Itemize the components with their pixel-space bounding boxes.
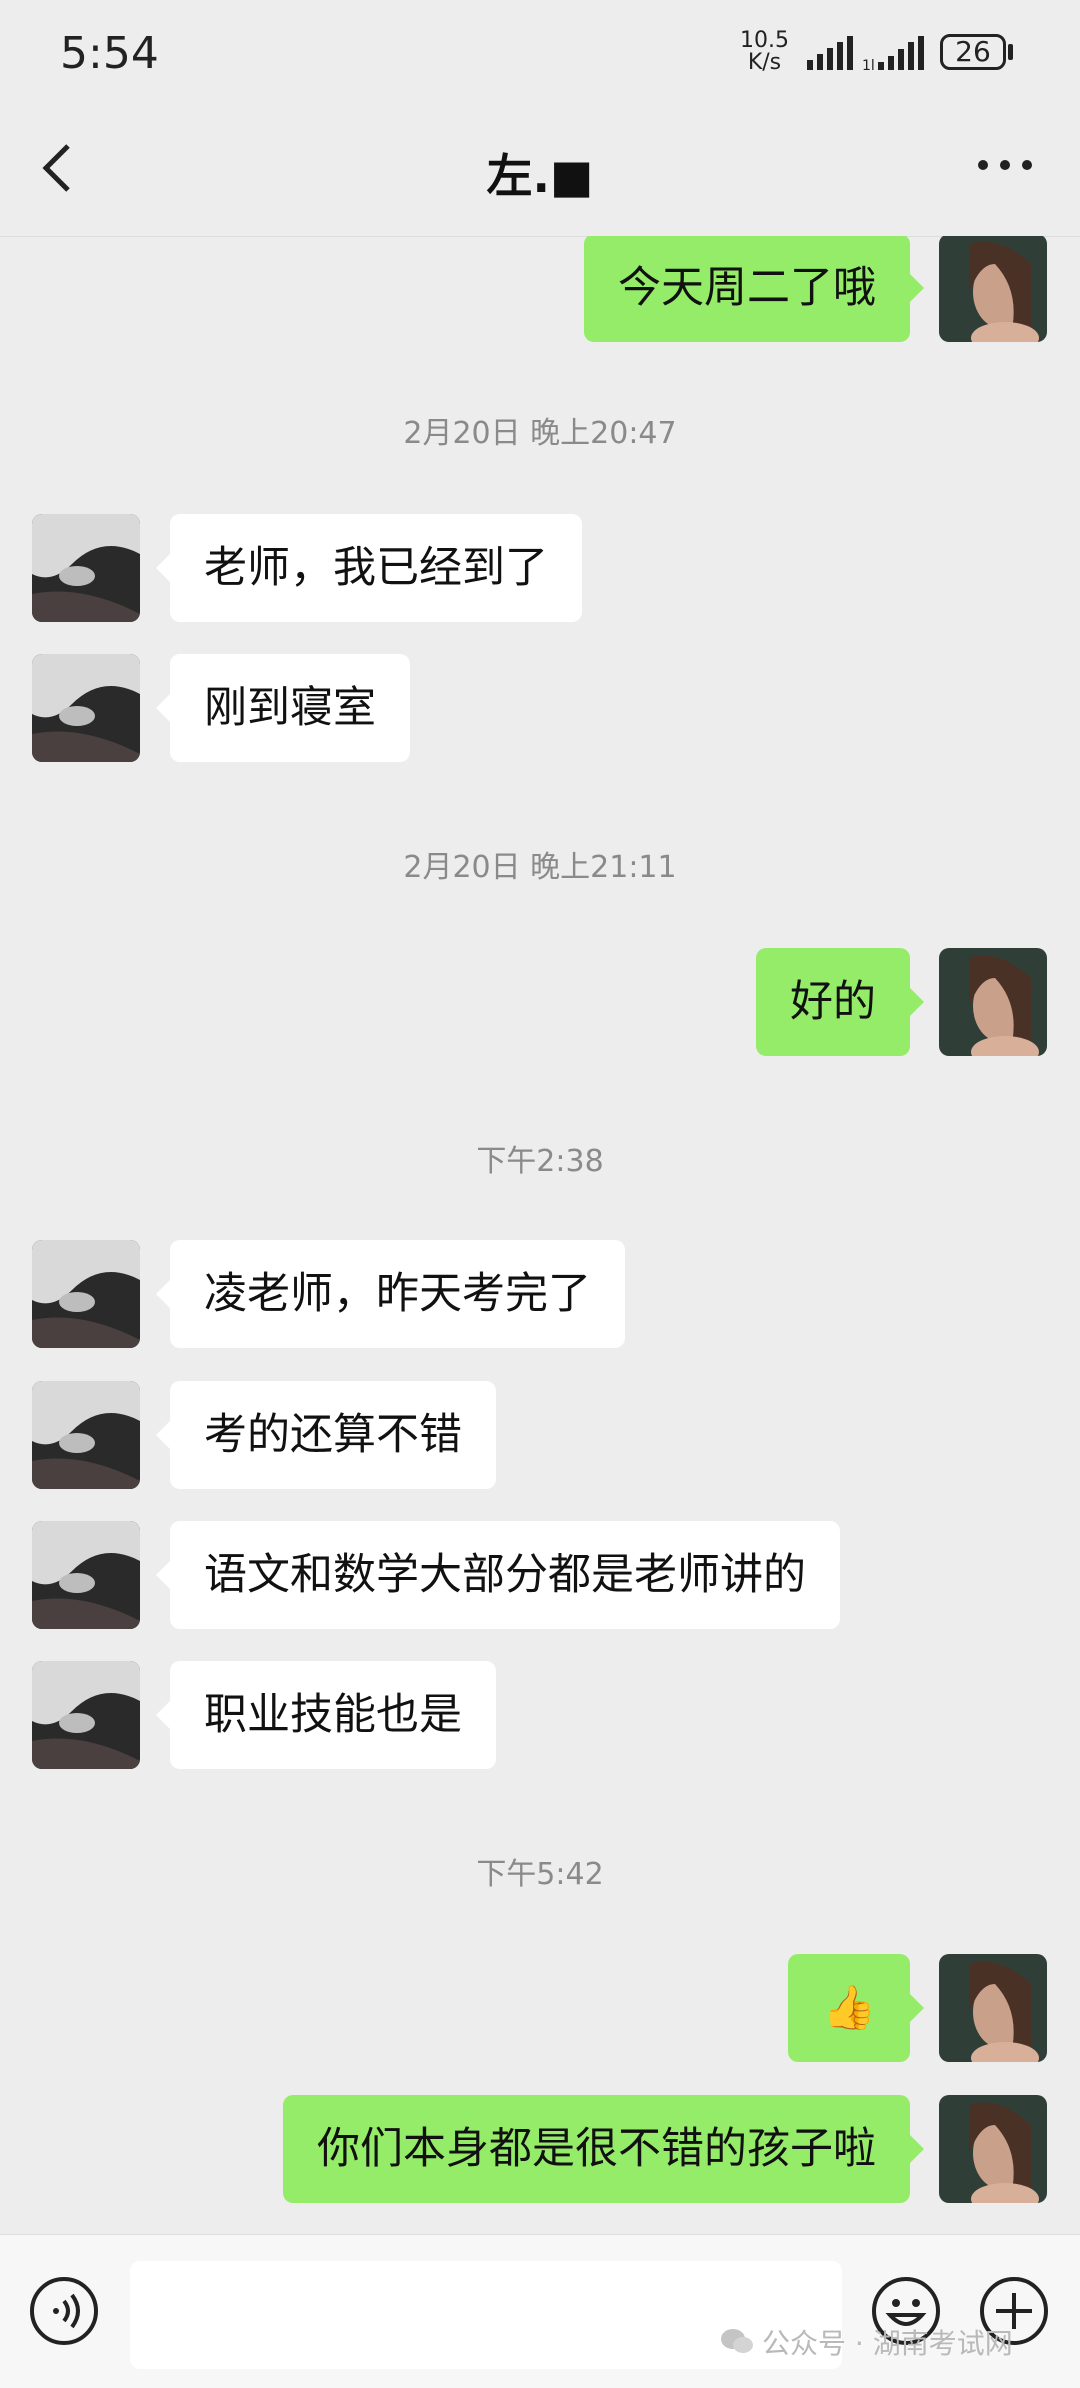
timestamp: 2月20日 晚上20:47 — [403, 416, 677, 451]
status-time: 5:54 — [60, 28, 159, 79]
avatar-contact[interactable] — [32, 1381, 140, 1489]
message-row: 👍 — [0, 1954, 1080, 2062]
message-row: 考的还算不错 — [0, 1381, 1080, 1489]
signal-icon-2: 1l — [862, 36, 924, 72]
message-bubble-incoming[interactable]: 老师，我已经到了 — [156, 514, 582, 622]
message-row: 凌老师，昨天考完了 — [0, 1240, 1080, 1348]
avatar-contact[interactable] — [32, 1240, 140, 1348]
battery-cap — [1008, 44, 1013, 60]
message-bubble-incoming[interactable]: 刚到寝室 — [156, 654, 410, 762]
more-dots-icon[interactable] — [975, 150, 1035, 180]
avatar-contact[interactable] — [32, 1521, 140, 1629]
message-bubble-outgoing[interactable]: 你们本身都是很不错的孩子啦 — [283, 2095, 924, 2203]
network-speed-unit: K/s — [747, 50, 782, 75]
message-row: 刚到寝室 — [0, 654, 1080, 762]
status-bar: 5:54 10.5 K/s 1l 26 — [0, 0, 1080, 110]
message-bubble-incoming[interactable]: 考的还算不错 — [156, 1381, 496, 1489]
chat-header: 左.■ — [0, 110, 1080, 237]
signal-icon — [807, 36, 853, 70]
timestamp: 下午5:42 — [476, 1857, 604, 1892]
network-speed: 10.5 K/s — [740, 30, 789, 74]
watermark-text: 公众号 · 湖南考试网 — [762, 2327, 1013, 2360]
message-row: 好的 — [0, 948, 1080, 1056]
battery-icon: 26 — [940, 34, 1006, 70]
avatar-self[interactable] — [939, 2095, 1047, 2203]
voice-icon[interactable] — [28, 2275, 100, 2347]
svg-text:1l: 1l — [862, 58, 875, 72]
chat-title: 左.■ — [486, 149, 594, 203]
message-bubble-incoming[interactable]: 职业技能也是 — [156, 1661, 496, 1769]
input-bar — [0, 2234, 1080, 2388]
message-bubble-outgoing[interactable]: 好的 — [756, 948, 924, 1056]
avatar-contact[interactable] — [32, 654, 140, 762]
message-row: 今天周二了哦 — [0, 236, 1080, 342]
message-row: 老师，我已经到了 — [0, 514, 1080, 622]
message-row: 你们本身都是很不错的孩子啦 — [0, 2095, 1080, 2203]
message-bubble-outgoing[interactable]: 今天周二了哦 — [584, 236, 924, 342]
avatar-contact[interactable] — [32, 514, 140, 622]
avatar-self[interactable] — [939, 236, 1047, 342]
message-bubble-outgoing[interactable]: 👍 — [788, 1954, 924, 2062]
message-bubble-incoming[interactable]: 凌老师，昨天考完了 — [156, 1240, 625, 1348]
message-bubble-incoming[interactable]: 语文和数学大部分都是老师讲的 — [156, 1521, 840, 1629]
timestamp: 2月20日 晚上21:11 — [403, 850, 677, 885]
avatar-self[interactable] — [939, 948, 1047, 1056]
avatar-contact[interactable] — [32, 1661, 140, 1769]
chat-area[interactable]: 今天周二了哦 2月20日 晚上20:47 老师，我已经到了 刚到寝室 2月20日… — [0, 236, 1080, 2234]
message-row: 语文和数学大部分都是老师讲的 — [0, 1521, 1080, 1629]
timestamp: 下午2:38 — [476, 1144, 604, 1179]
network-speed-value: 10.5 — [740, 28, 789, 53]
avatar-self[interactable] — [939, 1954, 1047, 2062]
message-row: 职业技能也是 — [0, 1661, 1080, 1769]
wechat-icon — [721, 2329, 753, 2353]
watermark: 公众号 · 湖南考试网 — [720, 2322, 1013, 2362]
